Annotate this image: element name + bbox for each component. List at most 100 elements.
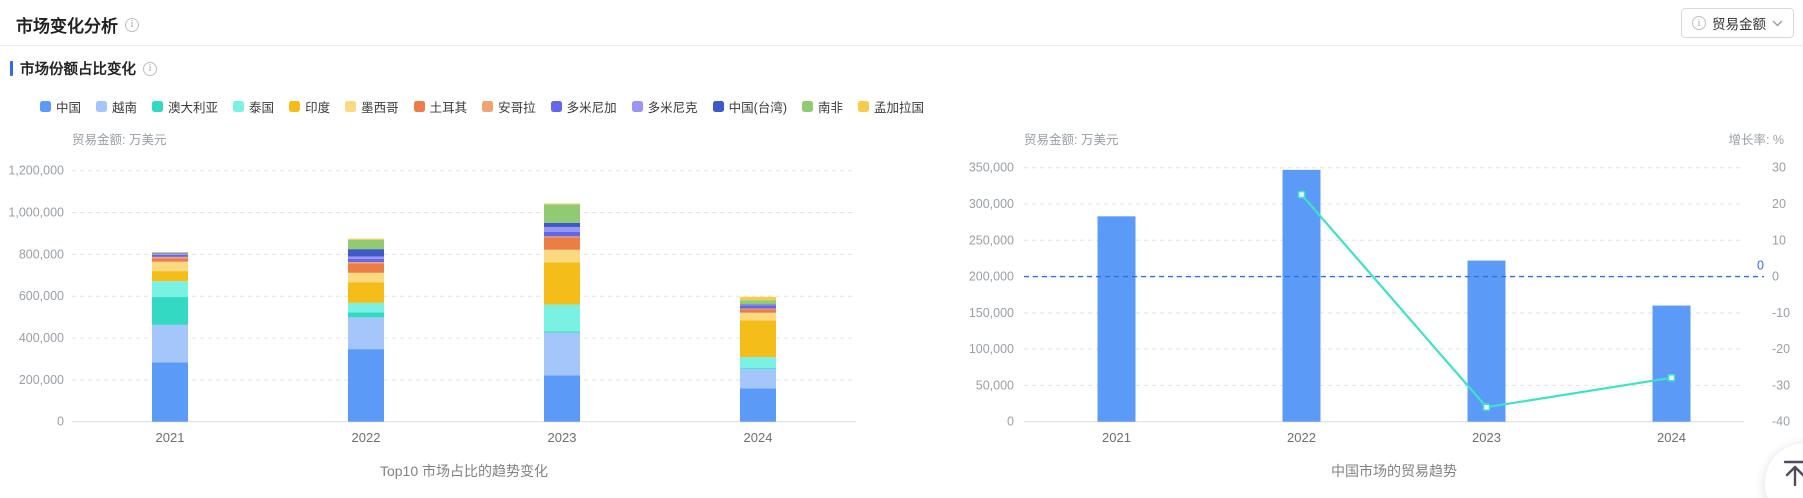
bar-segment-越南-2022[interactable] — [348, 317, 384, 350]
bar-segment-墨西哥-2022[interactable] — [348, 272, 384, 283]
legend-item-多米尼加[interactable]: 多米尼加 — [550, 97, 617, 116]
bar-segment-土耳其-2021[interactable] — [152, 258, 188, 262]
legend-label: 中国(台湾) — [728, 101, 787, 115]
legend-swatch — [96, 101, 108, 112]
legend-swatch — [345, 101, 357, 112]
legend-label: 印度 — [305, 101, 331, 115]
left-chart-caption: Top10 市场占比的趋势变化 — [379, 463, 549, 479]
legend-item-泰国[interactable]: 泰国 — [233, 97, 274, 116]
legend-item-墨西哥[interactable]: 墨西哥 — [345, 97, 399, 116]
bar-segment-多米尼克-2023[interactable] — [544, 226, 580, 232]
legend-item-中国[interactable]: 中国 — [40, 97, 81, 116]
y-tick-label: 1,200,000 — [8, 164, 64, 178]
x-tick-label: 2024 — [744, 430, 773, 445]
legend-item-安哥拉[interactable]: 安哥拉 — [482, 97, 536, 116]
growth-rate-point[interactable] — [1667, 373, 1676, 382]
bar-segment-南非-2024[interactable] — [740, 300, 776, 305]
bar-segment-南非-2023[interactable] — [544, 204, 580, 223]
metric-selector-dropdown[interactable]: i 贸易金额 — [1681, 8, 1794, 38]
bar-segment-孟加拉国-2023[interactable] — [544, 203, 580, 205]
legend-item-中国(台湾)[interactable]: 中国(台湾) — [712, 97, 787, 116]
info-icon[interactable]: i — [143, 61, 157, 76]
right-axis-title: 增长率: % — [1728, 132, 1784, 147]
bar-segment-多米尼克-2022[interactable] — [348, 256, 384, 259]
bar-segment-墨西哥-2024[interactable] — [740, 312, 776, 321]
bar-segment-澳大利亚-2021[interactable] — [152, 297, 188, 325]
bar-segment-越南-2021[interactable] — [152, 324, 188, 363]
bar-贸易金额-2022[interactable] — [1282, 169, 1321, 422]
legend-label: 墨西哥 — [361, 101, 399, 115]
bar-贸易金额-2023[interactable] — [1467, 260, 1506, 422]
bar-segment-澳大利亚-2022[interactable] — [348, 312, 384, 318]
bar-segment-中国-2023[interactable] — [544, 375, 580, 422]
bar-segment-中国(台湾)-2024[interactable] — [740, 304, 776, 305]
growth-rate-point[interactable] — [1297, 190, 1306, 199]
legend-item-孟加拉国[interactable]: 孟加拉国 — [858, 97, 924, 116]
bar-segment-安哥拉-2024[interactable] — [740, 308, 776, 310]
bar-segment-越南-2024[interactable] — [740, 368, 776, 389]
bar-segment-印度-2022[interactable] — [348, 282, 384, 303]
page-title-text: 市场变化分析 — [16, 17, 118, 36]
bar-segment-孟加拉国-2022[interactable] — [348, 238, 384, 240]
bar-segment-多米尼加-2023[interactable] — [544, 231, 580, 237]
legend-item-南非[interactable]: 南非 — [801, 97, 843, 116]
bar-segment-土耳其-2024[interactable] — [740, 309, 776, 313]
bar-segment-多米尼克-2021[interactable] — [152, 253, 188, 255]
page-title: 市场变化分析 i — [16, 12, 139, 37]
left-y-tick-label: 300,000 — [969, 197, 1014, 211]
bar-segment-中国-2024[interactable] — [740, 388, 776, 422]
legend-label: 澳大利亚 — [168, 101, 219, 115]
bar-segment-南非-2021[interactable] — [152, 252, 188, 254]
bar-segment-安哥拉-2023[interactable] — [544, 236, 580, 238]
bar-segment-中国-2021[interactable] — [152, 362, 188, 422]
bar-segment-多米尼加-2024[interactable] — [740, 305, 776, 309]
legend-item-多米尼克[interactable]: 多米尼克 — [631, 97, 698, 116]
page-header: 市场变化分析 i i 贸易金额 — [0, 0, 1803, 46]
bar-segment-土耳其-2023[interactable] — [544, 237, 580, 250]
stacked-bar-chart: 贸易金额: 万美元 0 200,000 400,000 600,000 800,000 1,… — [8, 132, 856, 445]
legend-label: 越南 — [112, 101, 138, 115]
legend-label: 安哥拉 — [498, 101, 536, 115]
bar-segment-中国-2022[interactable] — [348, 349, 384, 422]
bar-segment-印度-2024[interactable] — [740, 320, 776, 358]
info-icon[interactable]: i — [125, 17, 139, 32]
bar-segment-越南-2023[interactable] — [544, 332, 580, 376]
bar-segment-安哥拉-2021[interactable] — [152, 256, 188, 259]
right-y-tick-label: -40 — [1772, 415, 1790, 429]
bar-segment-孟加拉国-2024[interactable] — [740, 296, 776, 301]
growth-rate-point[interactable] — [1482, 403, 1491, 411]
x-tick-label: 2022 — [1287, 430, 1316, 445]
bar-segment-泰国-2022[interactable] — [348, 302, 384, 313]
bar-segment-墨西哥-2023[interactable] — [544, 249, 580, 263]
legend-label: 南非 — [817, 101, 843, 115]
bar-segment-泰国-2024[interactable] — [740, 357, 776, 369]
bar-segment-中国(台湾)-2023[interactable] — [544, 222, 580, 227]
y-axis-title: 贸易金额: 万美元 — [72, 132, 166, 147]
bar-segment-多米尼加-2022[interactable] — [348, 258, 384, 263]
bar-segment-印度-2023[interactable] — [544, 262, 580, 305]
legend-item-越南[interactable]: 越南 — [96, 97, 137, 116]
legend-swatch — [801, 101, 813, 112]
right-y-tick-label: 30 — [1772, 161, 1786, 175]
bar-line-combo-chart: 贸易金额: 万美元 增长率: % 0 50,000 100,000 150,000 200,… — [969, 132, 1790, 445]
chart-legend: 中国 越南 澳大利亚 泰国 印度 墨西哥 土耳其 安哥拉 多米尼加 多米尼克 中国(台湾) 南非 孟加拉… — [40, 97, 1140, 116]
bar-segment-澳大利亚-2024[interactable] — [740, 368, 776, 369]
bar-segment-安哥拉-2022[interactable] — [348, 262, 384, 264]
bar-贸易金额-2021[interactable] — [1097, 216, 1136, 422]
bar-segment-土耳其-2022[interactable] — [348, 263, 384, 273]
bar-segment-多米尼加-2021[interactable] — [152, 254, 188, 257]
y-tick-label: 800,000 — [19, 247, 64, 261]
bar-贸易金额-2024[interactable] — [1652, 305, 1691, 422]
bar-segment-澳大利亚-2023[interactable] — [544, 331, 580, 333]
legend-item-澳大利亚[interactable]: 澳大利亚 — [152, 97, 218, 116]
bar-segment-印度-2021[interactable] — [152, 271, 188, 282]
bar-segment-泰国-2023[interactable] — [544, 304, 580, 332]
legend-item-土耳其[interactable]: 土耳其 — [413, 97, 467, 116]
arrow-up-to-top-icon — [1783, 460, 1803, 487]
legend-item-印度[interactable]: 印度 — [289, 97, 330, 116]
bar-segment-中国(台湾)-2022[interactable] — [348, 249, 384, 257]
bar-segment-墨西哥-2021[interactable] — [152, 261, 188, 272]
bar-segment-南非-2022[interactable] — [348, 239, 384, 250]
bar-segment-泰国-2021[interactable] — [152, 281, 188, 298]
x-tick-label: 2023 — [1472, 430, 1501, 445]
